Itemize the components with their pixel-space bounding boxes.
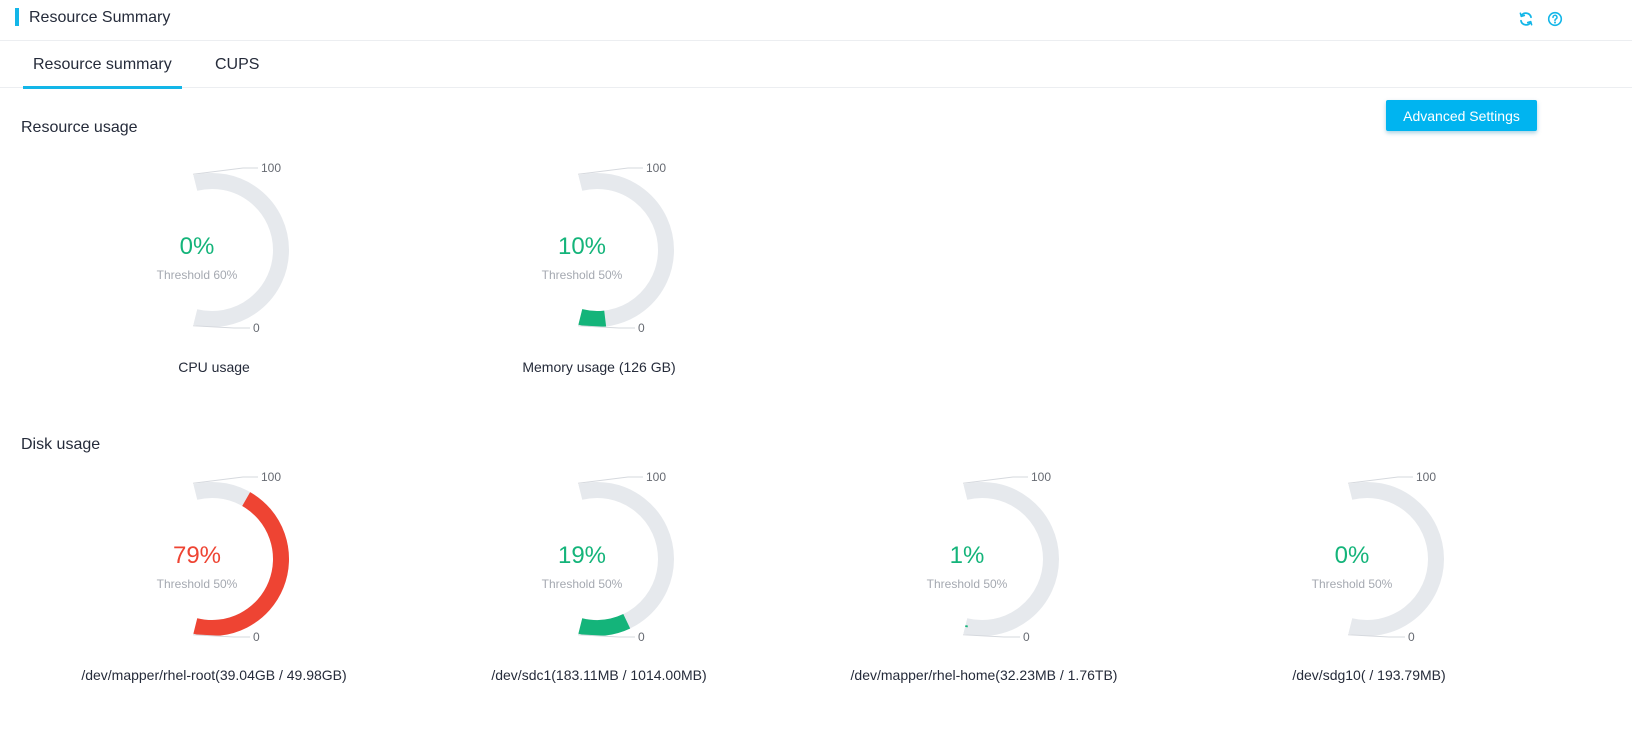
gauge-max-label: 100 — [646, 161, 666, 175]
max-leader-line — [578, 476, 643, 484]
title-accent-bar — [15, 8, 19, 26]
help-icon[interactable] — [1547, 11, 1563, 27]
gauge: 100 0 19% Threshold 50% /dev/sdc1(183.11MB /… — [491, 470, 706, 683]
tab-cups[interactable]: CUPS — [215, 55, 259, 75]
refresh-icon[interactable] — [1518, 11, 1534, 27]
gauge-percent: 0% — [180, 233, 215, 260]
gauge-threshold: Threshold 60% — [157, 268, 238, 282]
gauge-percent: 10% — [558, 233, 606, 260]
tab-bar: Resource summary CUPS — [0, 41, 1632, 89]
gauge-max-label: 100 — [1416, 470, 1436, 484]
resource-usage-title: Resource usage — [21, 119, 138, 136]
gauge: 100 0 79% Threshold 50% /dev/mapper/rhel-roo… — [81, 470, 346, 683]
gauge-value-arc — [578, 309, 607, 327]
gauge: 100 0 10% Threshold 50% Memory usage (126 GB… — [522, 161, 675, 375]
gauge-min-label: 0 — [253, 321, 260, 335]
gauge-caption: /dev/mapper/rhel-root(39.04GB / 49.98GB) — [81, 667, 346, 683]
gauge-value-arc — [965, 625, 968, 628]
gauge-caption: /dev/sdc1(183.11MB / 1014.00MB) — [491, 667, 706, 683]
max-leader-line — [1348, 476, 1413, 484]
gauge-max-label: 100 — [646, 470, 666, 484]
gauge-caption: /dev/mapper/rhel-home(32.23MB / 1.76TB) — [851, 667, 1118, 683]
max-leader-line — [193, 476, 258, 484]
page-title: Resource Summary — [29, 9, 171, 26]
gauge-threshold: Threshold 50% — [927, 577, 1008, 591]
gauge-min-label: 0 — [1023, 630, 1030, 644]
gauge-max-label: 100 — [261, 470, 281, 484]
max-leader-line — [193, 167, 258, 175]
gauge-caption: Memory usage (126 GB) — [522, 359, 675, 375]
gauge: 100 0 0% Threshold 60% CPU usage — [157, 161, 289, 375]
gauge-min-label: 0 — [638, 321, 645, 335]
gauge-caption: /dev/sdg10( / 193.79MB) — [1292, 667, 1445, 683]
max-leader-line — [963, 476, 1028, 484]
gauge-value-arc — [578, 613, 631, 636]
gauge: 100 0 1% Threshold 50% /dev/mapper/rhel-home… — [851, 470, 1118, 683]
gauge: 100 0 0% Threshold 50% /dev/sdg10( / 193.79M… — [1292, 470, 1445, 683]
gauge-min-label: 0 — [1408, 630, 1415, 644]
gauge-threshold: Threshold 50% — [542, 268, 623, 282]
gauge-percent: 1% — [950, 542, 985, 569]
gauge-percent: 0% — [1335, 542, 1370, 569]
gauge-threshold: Threshold 50% — [542, 577, 623, 591]
gauge-min-label: 0 — [253, 630, 260, 644]
gauge-threshold: Threshold 50% — [1312, 577, 1393, 591]
gauge-max-label: 100 — [1031, 470, 1051, 484]
disk-usage-title: Disk usage — [21, 436, 101, 453]
max-leader-line — [578, 167, 643, 175]
advanced-settings-button[interactable]: Advanced Settings — [1386, 100, 1537, 131]
gauge-percent: 19% — [558, 542, 606, 569]
gauge-caption: CPU usage — [178, 359, 250, 375]
gauge-percent: 79% — [173, 542, 221, 569]
gauge-max-label: 100 — [261, 161, 281, 175]
page-header: Resource Summary — [0, 0, 1632, 41]
tab-resource-summary[interactable]: Resource summary — [23, 55, 182, 89]
gauge-threshold: Threshold 50% — [157, 577, 238, 591]
gauge-min-label: 0 — [638, 630, 645, 644]
